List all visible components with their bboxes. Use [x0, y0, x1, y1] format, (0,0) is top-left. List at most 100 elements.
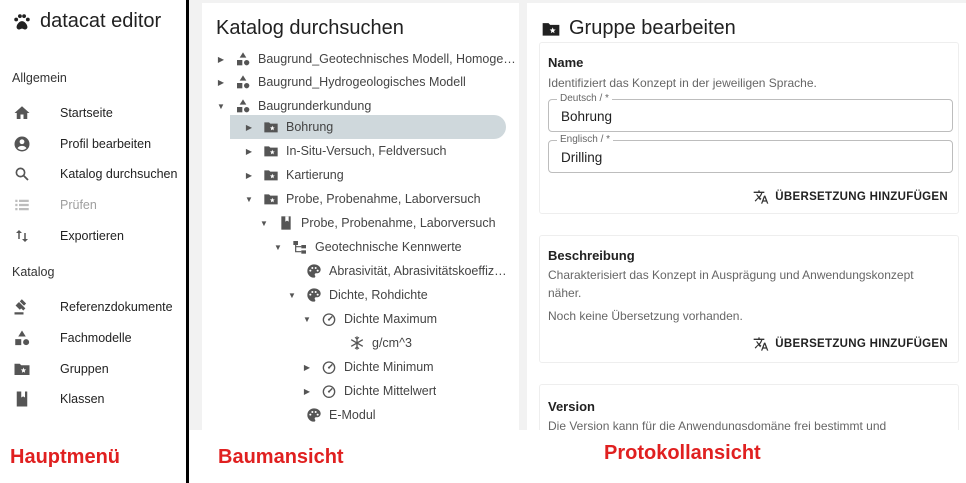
tree-node[interactable]: ▼ Probe, Probenahme, Laborversuch [244, 187, 514, 211]
tree-node[interactable]: Abrasivität, Abrasivitätskoeffiz… [287, 259, 515, 283]
name-card-description: Identifiziert das Konzept in der jeweili… [548, 76, 817, 90]
nav-item-gruppen[interactable]: Gruppen [0, 354, 186, 384]
tree-node[interactable]: ▶ Baugrund_Hydrogeologisches Modell [216, 70, 516, 94]
caption-tree-view: Baumansicht [218, 446, 344, 468]
expand-arrow-icon[interactable]: ▶ [302, 363, 312, 372]
collapse-arrow-icon[interactable]: ▼ [273, 243, 283, 252]
nav-item-label: Fachmodelle [60, 331, 132, 345]
palette-icon [305, 406, 323, 424]
tree-view: Katalog durchsuchen ▶ Baugrund_Geotechni… [202, 3, 519, 430]
editor-panel: Gruppe bearbeiten Name Identifiziert das… [527, 3, 966, 430]
collapse-arrow-icon[interactable]: ▼ [244, 195, 254, 204]
gauge-icon [320, 358, 338, 376]
home-icon [12, 103, 32, 123]
expand-arrow-icon[interactable]: ▶ [302, 387, 312, 396]
german-name-field[interactable]: Deutsch / * Bohrung [548, 93, 953, 132]
description-card-title: Beschreibung [548, 248, 635, 263]
expand-arrow-icon[interactable]: ▶ [244, 123, 254, 132]
expand-arrow-icon[interactable]: ▶ [244, 147, 254, 156]
add-translation-label: ÜBERSETZUNG HINZUFÜGEN [775, 191, 948, 203]
field-label: Deutsch / * [557, 93, 612, 104]
expand-arrow-icon[interactable]: ▶ [216, 55, 226, 64]
expand-arrow-icon[interactable]: ▶ [216, 78, 226, 87]
tree-node-label: Baugrund_Geotechnisches Modell, Homoge… [258, 52, 516, 66]
version-card-title: Version [548, 399, 595, 414]
tree-node-label: Dichte Minimum [344, 360, 434, 374]
collapse-arrow-icon[interactable]: ▼ [259, 219, 269, 228]
nav-item-label: Exportieren [60, 229, 124, 243]
version-card: Version Die Version kann für die Anwendu… [539, 384, 959, 430]
tree-node[interactable]: ▼ Dichte Maximum [302, 307, 514, 331]
nav-item-label: Katalog durchsuchen [60, 167, 178, 181]
nav-item-klassen[interactable]: Klassen [0, 384, 186, 414]
tree-node[interactable]: ▶ Dichte Minimum [302, 355, 514, 379]
palette-icon [305, 262, 323, 280]
translate-icon [753, 337, 769, 351]
nav-item-label: Klassen [60, 392, 105, 406]
collapse-arrow-icon[interactable]: ▼ [287, 291, 297, 300]
nav-item-startseite[interactable]: Startseite [0, 98, 186, 128]
book-icon [12, 389, 32, 409]
tree-node-label: Dichte Mittelwert [344, 384, 437, 398]
caption-log-view: Protokollansicht [604, 442, 761, 464]
tree-node[interactable]: ▶ Dichte Mittelwert [302, 379, 514, 403]
add-translation-button[interactable]: ÜBERSETZUNG HINZUFÜGEN [753, 189, 948, 205]
shapes-icon [234, 97, 252, 115]
tree-node-label: Kartierung [286, 168, 344, 182]
tree-node-selected[interactable]: ▶ Bohrung [230, 115, 506, 139]
tree-node-label: Dichte, Rohdichte [329, 288, 428, 302]
collapse-arrow-icon[interactable]: ▼ [302, 315, 312, 324]
tree-title: Katalog durchsuchen [216, 17, 404, 39]
palette-icon [305, 286, 323, 304]
field-value: Drilling [561, 150, 603, 165]
book-icon [277, 214, 295, 232]
section-title-katalog: Katalog [12, 265, 55, 279]
folder-star-icon [262, 166, 280, 184]
nav-item-pruefen[interactable]: Prüfen [0, 190, 186, 220]
nav-item-katalog-durchsuchen[interactable]: Katalog durchsuchen [0, 159, 186, 189]
english-name-field[interactable]: Englisch / * Drilling [548, 134, 953, 173]
swap-icon [12, 226, 32, 246]
description-card: Beschreibung Charakterisiert das Konzept… [539, 235, 959, 363]
folder-star-icon [262, 142, 280, 160]
search-icon [12, 164, 32, 184]
expand-arrow-icon[interactable]: ▶ [244, 171, 254, 180]
editor-title: Gruppe bearbeiten [541, 17, 736, 40]
list-icon [12, 195, 32, 215]
nav-item-profil[interactable]: Profil bearbeiten [0, 129, 186, 159]
nav-item-fachmodelle[interactable]: Fachmodelle [0, 323, 186, 353]
nav-item-label: Profil bearbeiten [60, 137, 152, 151]
name-card-title: Name [548, 55, 584, 70]
collapse-arrow-icon[interactable]: ▼ [216, 102, 226, 111]
translate-icon [753, 190, 769, 204]
folder-star-icon [542, 22, 560, 36]
snowflake-icon [348, 334, 366, 352]
shapes-icon [12, 328, 32, 348]
tree-node[interactable]: ▼ Dichte, Rohdichte [287, 283, 515, 307]
tree-node[interactable]: ▼ Probe, Probenahme, Laborversuch [259, 211, 514, 235]
hierarchy-icon [291, 238, 309, 256]
folder-star-icon [12, 359, 32, 379]
tree-node[interactable]: ▶ Baugrund_Geotechnisches Modell, Homoge… [216, 47, 516, 71]
section-title-allgemein: Allgemein [12, 71, 67, 85]
tree-node[interactable]: g/cm^3 [330, 331, 514, 355]
tree-node-label: Abrasivität, Abrasivitätskoeffiz… [329, 264, 507, 278]
tree-node-label: Probe, Probenahme, Laborversuch [301, 216, 496, 230]
tree-node[interactable]: E-Modul [287, 403, 515, 427]
app-brand[interactable]: datacat editor [12, 10, 161, 33]
tree-node[interactable]: ▶ Kartierung [244, 163, 514, 187]
nav-item-exportieren[interactable]: Exportieren [0, 221, 186, 251]
tree-node[interactable]: ▶ In-Situ-Versuch, Feldversuch [244, 139, 514, 163]
tree-node[interactable]: ▼ Geotechnische Kennwerte [273, 235, 513, 259]
editor-title-text: Gruppe bearbeiten [569, 17, 736, 39]
folder-star-icon [262, 190, 280, 208]
tree-node-label: Baugrund_Hydrogeologisches Modell [258, 75, 466, 89]
nav-item-referenzdokumente[interactable]: Referenzdokumente [0, 292, 186, 322]
paw-icon [14, 13, 30, 29]
add-translation-button[interactable]: ÜBERSETZUNG HINZUFÜGEN [753, 336, 948, 352]
gauge-icon [320, 310, 338, 328]
no-translation-text: Noch keine Übersetzung vorhanden. [548, 309, 743, 323]
nav-item-label: Startseite [60, 106, 113, 120]
tree-node-label: Dichte Maximum [344, 312, 438, 326]
app-title: datacat editor [40, 10, 162, 32]
